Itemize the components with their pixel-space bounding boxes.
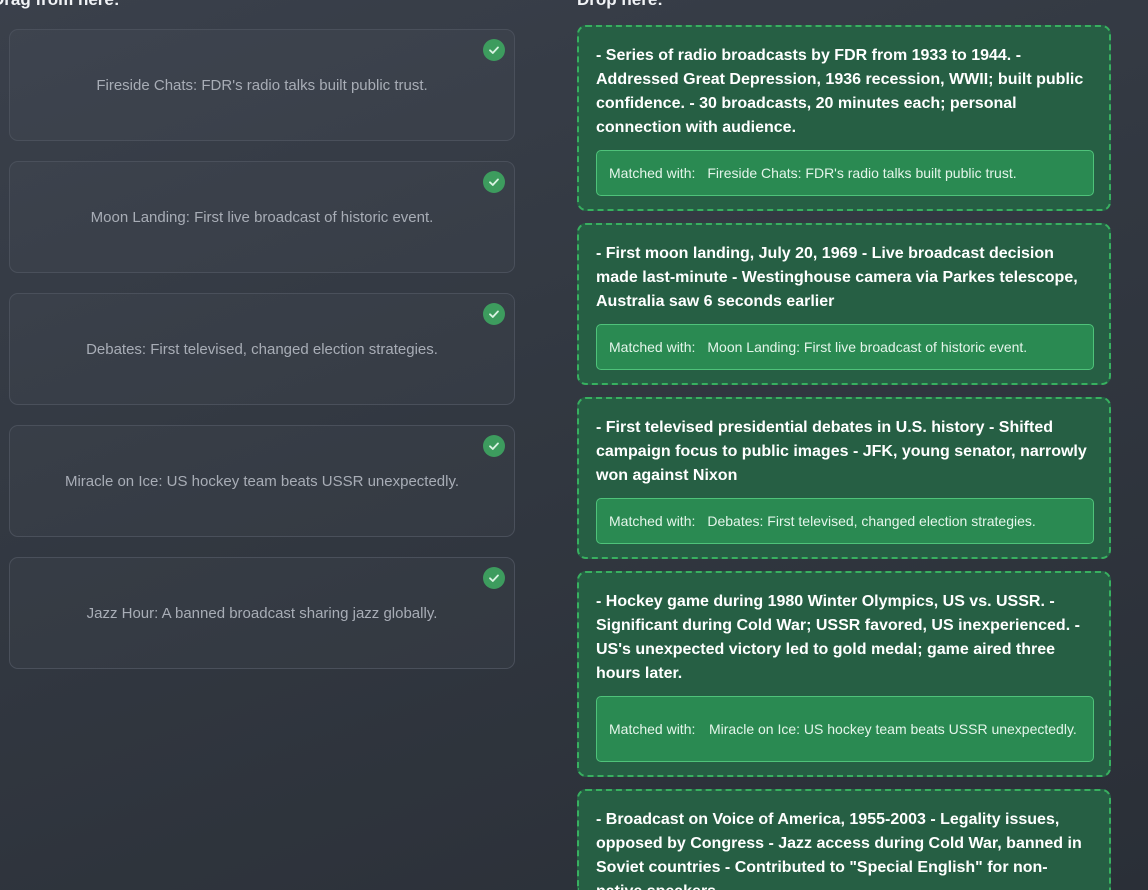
drop-zone-description: - Series of radio broadcasts by FDR from… — [596, 47, 1084, 136]
match-value: Miracle on Ice: US hockey team beats USS… — [709, 721, 1077, 737]
drop-zone-jazz[interactable]: - Broadcast on Voice of America, 1955-20… — [577, 789, 1111, 890]
check-circle-icon — [483, 303, 505, 325]
check-circle-icon — [483, 171, 505, 193]
match-result: Matched with: Debates: First televised, … — [596, 498, 1094, 544]
drag-heading: Drag from here: — [0, 0, 120, 10]
draggable-card-debates[interactable]: Debates: First televised, changed electi… — [9, 293, 515, 405]
drop-zone-description: - First moon landing, July 20, 1969 - Li… — [596, 245, 1078, 310]
card-text: Jazz Hour: A banned broadcast sharing ja… — [86, 604, 438, 622]
match-label: Matched with: — [609, 165, 696, 181]
drop-zone-description: - Hockey game during 1980 Winter Olympic… — [596, 593, 1080, 682]
match-value: Debates: First televised, changed electi… — [707, 513, 1036, 529]
match-result: Matched with: Fireside Chats: FDR's radi… — [596, 150, 1094, 196]
draggable-card-jazz-hour[interactable]: Jazz Hour: A banned broadcast sharing ja… — [9, 557, 515, 669]
drop-heading: Drop here: — [577, 0, 663, 10]
match-label: Matched with: — [609, 339, 696, 355]
match-result: Matched with: Miracle on Ice: US hockey … — [596, 696, 1094, 762]
draggable-card-fireside-chats[interactable]: Fireside Chats: FDR's radio talks built … — [9, 29, 515, 141]
drop-zone-hockey[interactable]: - Hockey game during 1980 Winter Olympic… — [577, 571, 1111, 777]
card-text: Debates: First televised, changed electi… — [86, 340, 438, 358]
drop-zone-description: - Broadcast on Voice of America, 1955-20… — [596, 811, 1082, 890]
card-text: Miracle on Ice: US hockey team beats USS… — [64, 472, 460, 490]
check-circle-icon — [483, 435, 505, 457]
drop-zone-fdr[interactable]: - Series of radio broadcasts by FDR from… — [577, 25, 1111, 211]
match-value: Fireside Chats: FDR's radio talks built … — [707, 165, 1017, 181]
drop-zone-debates[interactable]: - First televised presidential debates i… — [577, 397, 1111, 559]
match-label: Matched with: — [609, 721, 696, 737]
match-result: Matched with: Moon Landing: First live b… — [596, 324, 1094, 370]
draggable-card-moon-landing[interactable]: Moon Landing: First live broadcast of hi… — [9, 161, 515, 273]
drop-zone-description: - First televised presidential debates i… — [596, 419, 1087, 484]
draggable-card-miracle-on-ice[interactable]: Miracle on Ice: US hockey team beats USS… — [9, 425, 515, 537]
match-value: Moon Landing: First live broadcast of hi… — [707, 339, 1028, 355]
match-label: Matched with: — [609, 513, 696, 529]
check-circle-icon — [483, 39, 505, 61]
card-text: Fireside Chats: FDR's radio talks built … — [96, 76, 428, 94]
drop-zone-moon-landing[interactable]: - First moon landing, July 20, 1969 - Li… — [577, 223, 1111, 385]
card-text: Moon Landing: First live broadcast of hi… — [90, 208, 434, 226]
check-circle-icon — [483, 567, 505, 589]
